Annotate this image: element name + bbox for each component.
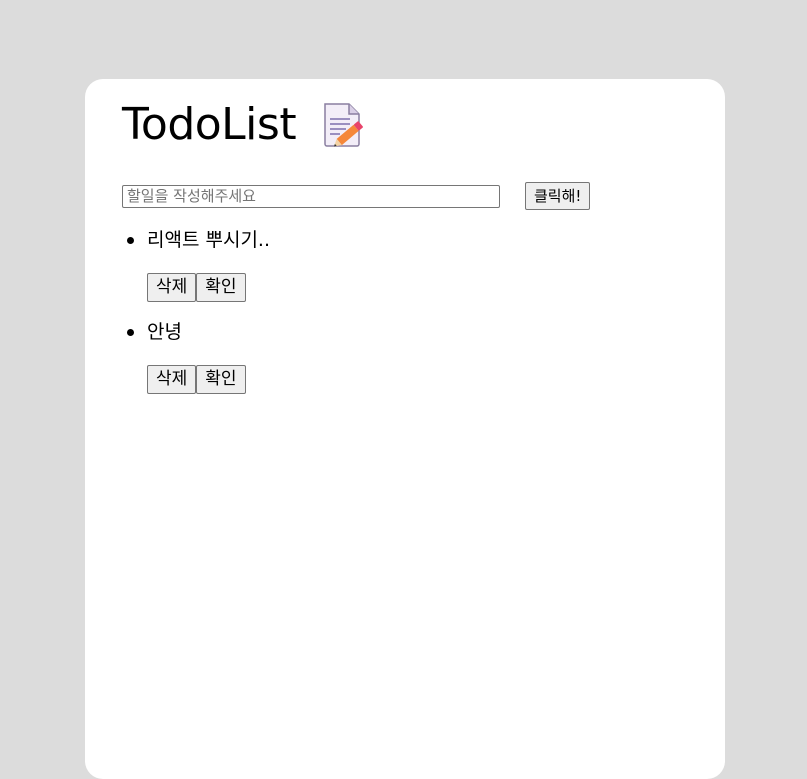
todo-text: 안녕 bbox=[147, 321, 182, 343]
title-row: TodoList bbox=[122, 97, 366, 153]
todo-text: 리액트 뿌시기.. bbox=[147, 229, 270, 251]
add-todo-button[interactable]: 클릭해! bbox=[525, 182, 591, 210]
memo-icon bbox=[320, 101, 366, 149]
todo-input[interactable] bbox=[122, 184, 500, 208]
bullet-icon bbox=[127, 329, 134, 336]
delete-button[interactable]: 삭제 bbox=[147, 273, 197, 302]
todo-actions: 삭제 확인 bbox=[147, 365, 270, 394]
list-item: 안녕 삭제 확인 bbox=[127, 317, 270, 409]
todo-list: 리액트 뿌시기.. 삭제 확인 안녕 삭제 확인 bbox=[122, 225, 270, 409]
list-item: 리액트 뿌시기.. 삭제 확인 bbox=[127, 225, 270, 317]
page-title: TodoList bbox=[122, 99, 297, 150]
delete-button[interactable]: 삭제 bbox=[147, 365, 197, 394]
bullet-icon bbox=[127, 237, 134, 244]
input-row: 클릭해! bbox=[122, 182, 591, 210]
todo-card: TodoList 클릭해! 리액트 뿌 bbox=[85, 79, 725, 779]
confirm-button[interactable]: 확인 bbox=[196, 365, 246, 394]
confirm-button[interactable]: 확인 bbox=[196, 273, 246, 302]
todo-actions: 삭제 확인 bbox=[147, 273, 270, 302]
